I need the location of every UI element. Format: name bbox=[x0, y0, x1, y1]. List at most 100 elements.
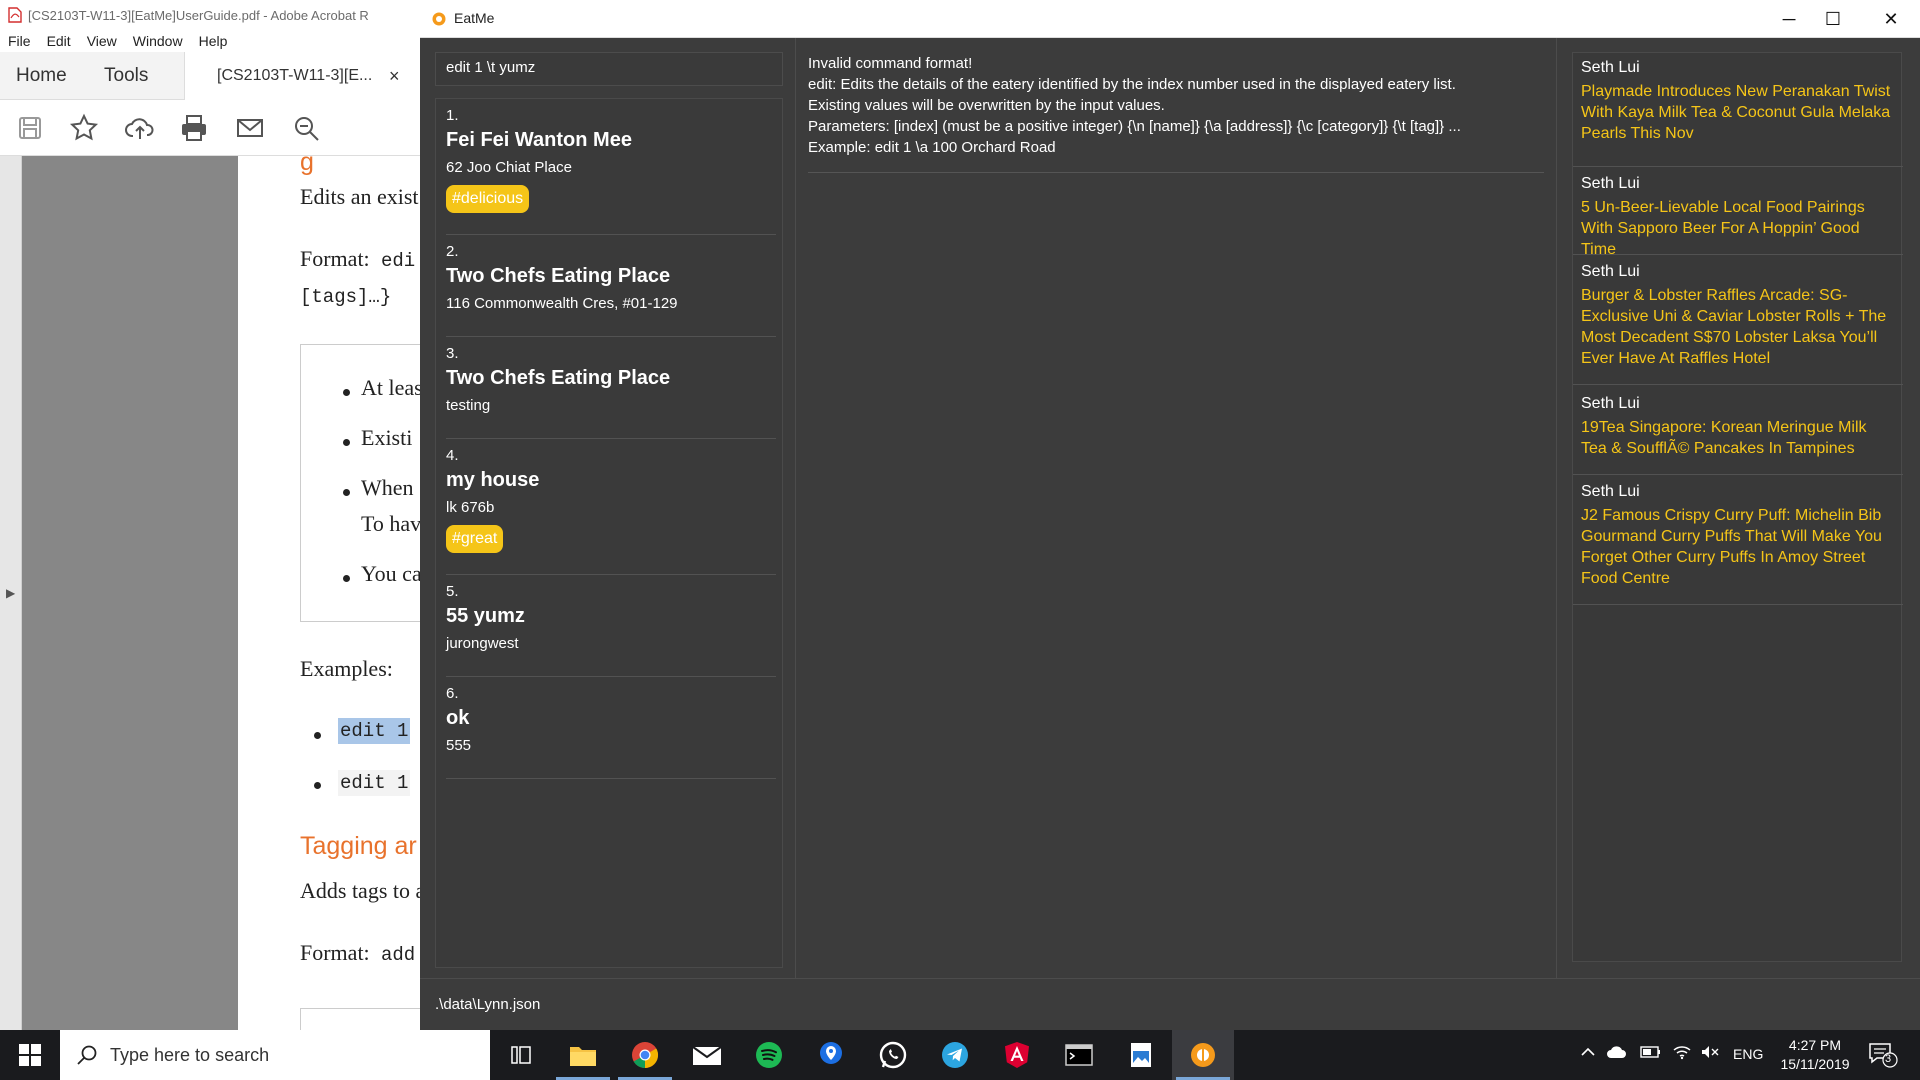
bullet-dot bbox=[343, 489, 350, 496]
start-button[interactable] bbox=[0, 1030, 60, 1080]
pdf-format-code: edi bbox=[381, 250, 416, 272]
bullet-dot bbox=[343, 389, 350, 396]
eatery-name: Fei Fei Wanton Mee bbox=[446, 129, 632, 151]
eatery-name: my house bbox=[446, 469, 540, 491]
menu-edit[interactable]: Edit bbox=[47, 33, 71, 49]
tab-tools[interactable]: Tools bbox=[104, 52, 148, 100]
eatery-address: jurongwest bbox=[446, 635, 519, 652]
acrobat-title: [CS2103T-W11-3][EatMe]UserGuide.pdf - Ad… bbox=[28, 7, 369, 23]
file-explorer-icon[interactable] bbox=[552, 1030, 614, 1080]
eatery-card[interactable]: 5. 55 yumz jurongwest bbox=[446, 575, 776, 677]
pdf-example-1-highlighted[interactable]: edit 1 bbox=[338, 718, 411, 744]
menu-file[interactable]: File bbox=[8, 33, 31, 49]
pdf-format-label: Format: bbox=[300, 246, 370, 271]
terminal-icon[interactable] bbox=[1048, 1030, 1110, 1080]
eatery-tag: #delicious bbox=[446, 185, 530, 213]
eatery-index: 4. bbox=[446, 447, 459, 464]
eatery-index: 5. bbox=[446, 583, 459, 600]
angular-icon[interactable] bbox=[986, 1030, 1048, 1080]
pdf-heading-fragment: g bbox=[300, 156, 314, 176]
eatery-address: testing bbox=[446, 397, 491, 414]
maps-icon[interactable] bbox=[800, 1030, 862, 1080]
clock[interactable]: 4:27 PM 15/11/2019 bbox=[1770, 1036, 1860, 1074]
pdf-section-heading: Tagging ar bbox=[300, 832, 417, 860]
bullet-dot bbox=[343, 439, 350, 446]
tab-document[interactable]: [CS2103T-W11-3][E... × bbox=[184, 52, 420, 101]
star-icon[interactable] bbox=[68, 112, 100, 144]
eatery-name: ok bbox=[446, 707, 470, 729]
pdf-bullet-1: At leas bbox=[361, 375, 420, 400]
zoom-icon[interactable] bbox=[290, 112, 322, 144]
eatery-index: 1. bbox=[446, 107, 459, 124]
feed-headline-link[interactable]: 19Tea Singapore: Korean Meringue Milk Te… bbox=[1581, 417, 1895, 459]
feed-headline-link[interactable]: Burger & Lobster Raffles Arcade: SG-Excl… bbox=[1581, 285, 1895, 369]
whatsapp-icon[interactable] bbox=[862, 1030, 924, 1080]
chevron-up-icon[interactable] bbox=[1580, 1044, 1596, 1065]
battery-icon[interactable] bbox=[1640, 1044, 1662, 1065]
taskbar-search[interactable]: Type here to search bbox=[60, 1030, 490, 1080]
pdf-bullet-2: Existi bbox=[361, 425, 413, 450]
acrobat-toolbar bbox=[0, 100, 420, 156]
pdf-bullet-3b: To hav bbox=[361, 511, 420, 536]
pdf-bullet-4: You ca bbox=[361, 561, 420, 586]
bullet-dot bbox=[314, 782, 321, 789]
save-icon[interactable] bbox=[14, 112, 46, 144]
expand-arrow-icon[interactable]: ▶ bbox=[6, 586, 15, 600]
pdf-text-line: Edits an exist bbox=[300, 184, 419, 209]
result-line: edit: Edits the details of the eatery id… bbox=[808, 76, 1456, 93]
pdf-example-2: edit 1 bbox=[338, 770, 411, 796]
mail-icon[interactable] bbox=[234, 112, 266, 144]
close-button[interactable]: ✕ bbox=[1862, 0, 1920, 38]
feed-item: Seth Lui J2 Famous Crispy Curry Puff: Mi… bbox=[1573, 483, 1903, 605]
acrobat-side-panel-toggle[interactable]: ▶ bbox=[0, 156, 22, 1030]
feed-author: Seth Lui bbox=[1581, 483, 1640, 500]
result-line: Example: edit 1 \a 100 Orchard Road bbox=[808, 139, 1056, 156]
feed-list: Seth Lui Playmade Introduces New Peranak… bbox=[1572, 52, 1903, 962]
pdf-format-code-3: add bbox=[381, 944, 416, 966]
spotify-icon[interactable] bbox=[738, 1030, 800, 1080]
eatery-card[interactable]: 3. Two Chefs Eating Place testing bbox=[446, 337, 776, 439]
notification-count: 3 bbox=[1885, 1053, 1892, 1065]
search-placeholder: Type here to search bbox=[110, 1045, 270, 1065]
feed-author: Seth Lui bbox=[1581, 263, 1640, 280]
eatery-card[interactable]: 4. my house lk 676b #great bbox=[446, 439, 776, 575]
task-view-icon[interactable] bbox=[490, 1030, 552, 1080]
telegram-icon[interactable] bbox=[924, 1030, 986, 1080]
pdf-bullet-3: When bbox=[361, 475, 414, 500]
eatme-app-icon bbox=[432, 12, 446, 26]
language-indicator[interactable]: ENG bbox=[1733, 1046, 1763, 1062]
maximize-button[interactable]: ☐ bbox=[1804, 0, 1862, 38]
menu-window[interactable]: Window bbox=[133, 33, 183, 49]
eatery-index: 3. bbox=[446, 345, 459, 362]
volume-muted-icon[interactable] bbox=[1700, 1044, 1720, 1065]
eatery-card[interactable]: 6. ok 555 bbox=[446, 677, 776, 779]
tab-close-icon[interactable]: × bbox=[389, 52, 400, 100]
feed-headline-link[interactable]: 5 Un-Beer-Lievable Local Food Pairings W… bbox=[1581, 197, 1895, 260]
menu-view[interactable]: View bbox=[87, 33, 117, 49]
feed-panel: Seth Lui Playmade Introduces New Peranak… bbox=[1560, 38, 1918, 978]
windows-logo-icon bbox=[19, 1044, 41, 1066]
command-input[interactable]: edit 1 \t yumz bbox=[435, 52, 783, 86]
menu-help[interactable]: Help bbox=[199, 33, 228, 49]
feed-headline-link[interactable]: Playmade Introduces New Peranakan Twist … bbox=[1581, 81, 1895, 144]
mail-icon[interactable] bbox=[676, 1030, 738, 1080]
tab-home[interactable]: Home bbox=[16, 52, 67, 100]
save-location: .\data\Lynn.json bbox=[435, 996, 541, 1013]
eatme-icon[interactable] bbox=[1172, 1030, 1234, 1080]
eatery-address: 116 Commonwealth Cres, #01-129 bbox=[446, 295, 678, 312]
notification-icon[interactable]: 3 bbox=[1868, 1042, 1898, 1073]
eatery-card[interactable]: 2. Two Chefs Eating Place 116 Commonweal… bbox=[446, 235, 776, 337]
wifi-icon[interactable] bbox=[1672, 1044, 1692, 1065]
eatery-card[interactable]: 1. Fei Fei Wanton Mee 62 Joo Chiat Place… bbox=[446, 99, 776, 235]
feed-headline-link[interactable]: J2 Famous Crispy Curry Puff: Michelin Bi… bbox=[1581, 505, 1895, 589]
photos-icon[interactable] bbox=[1110, 1030, 1172, 1080]
upload-cloud-icon[interactable] bbox=[124, 112, 156, 144]
chrome-icon[interactable] bbox=[614, 1030, 676, 1080]
onedrive-icon[interactable] bbox=[1606, 1044, 1628, 1065]
print-icon[interactable] bbox=[178, 112, 210, 144]
result-divider bbox=[808, 172, 1544, 173]
feed-author: Seth Lui bbox=[1581, 59, 1640, 76]
bullet-dot bbox=[314, 732, 321, 739]
eatery-list-panel: 1. Fei Fei Wanton Mee 62 Joo Chiat Place… bbox=[435, 98, 783, 968]
pdf-note-box: At leas Existi When To hav You ca bbox=[300, 344, 420, 622]
